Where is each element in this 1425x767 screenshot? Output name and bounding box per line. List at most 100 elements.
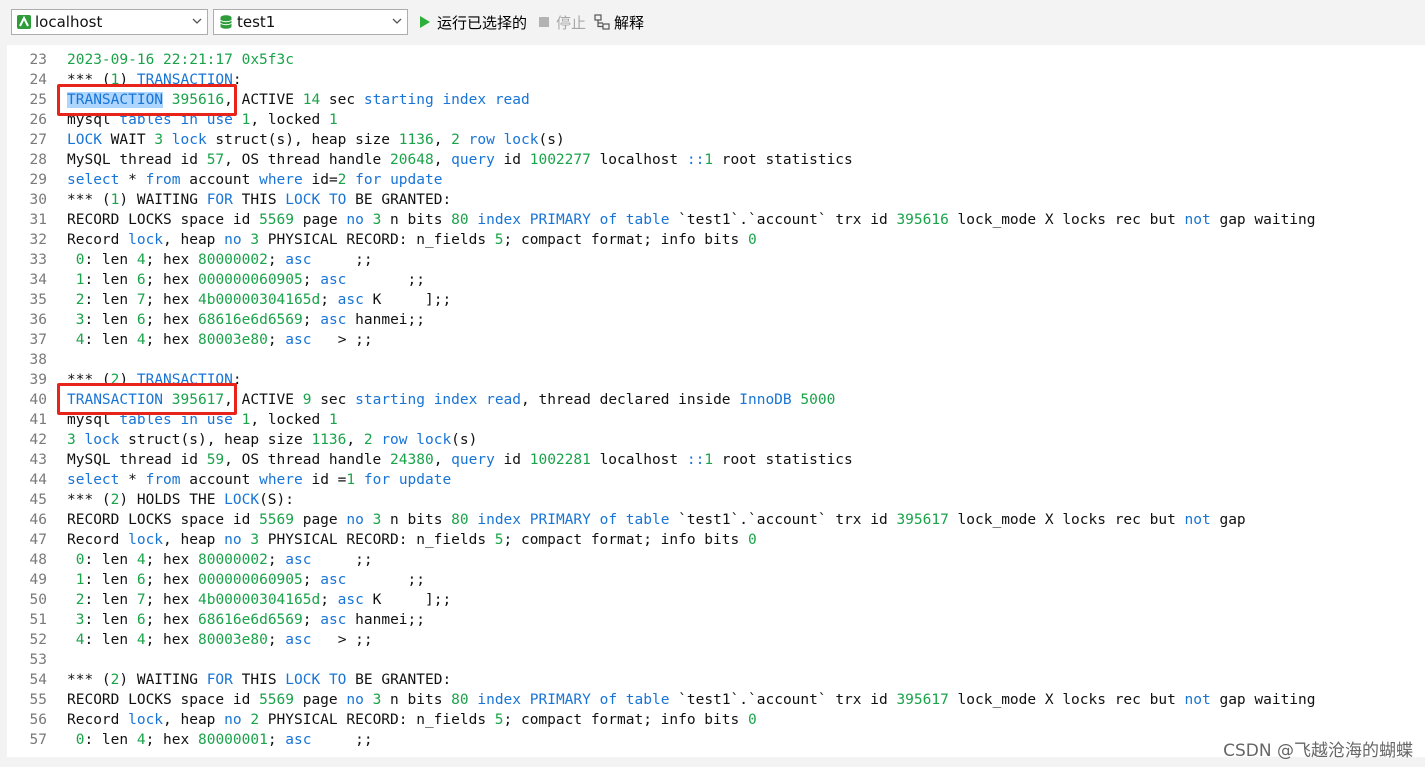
code-token: 1136 (311, 432, 347, 448)
line-number: 47 (29, 532, 47, 548)
line-number: 27 (29, 132, 47, 148)
code-token: lock (503, 132, 539, 148)
explain-button[interactable]: 解释 (594, 11, 644, 33)
code-token: asc (320, 612, 347, 628)
code-text: 0: len 4; hex 80000002; asc ;; (67, 550, 373, 570)
code-token: 7 (136, 292, 146, 308)
code-token: n bits (381, 212, 452, 228)
code-token: 14 (302, 92, 321, 108)
code-token: from (145, 172, 181, 188)
code-line: 26 mysql tables in use 1, locked 1 (7, 110, 338, 130)
code-token: ; (267, 632, 286, 648)
code-token: : len (84, 732, 137, 748)
code-line: 35 2: len 7; hex 4b00000304165d; asc K ]… (7, 290, 452, 310)
code-token: , (433, 452, 452, 468)
code-line: 49 1: len 6; hex 000000060905; asc ;; (7, 570, 425, 590)
code-token: ) (119, 72, 137, 88)
code-token: 395617 (896, 692, 949, 708)
code-token: *** ( (67, 672, 111, 688)
code-token: 4 (136, 252, 146, 268)
code-token: ; (267, 252, 286, 268)
code-text: 1: len 6; hex 000000060905; asc ;; (67, 270, 425, 290)
code-line: 30 *** (1) WAITING FOR THIS LOCK TO BE GR… (7, 190, 452, 210)
code-token: 80 (451, 512, 469, 528)
horizontal-scrollbar[interactable] (0, 757, 1425, 767)
code-token: ) (119, 372, 137, 388)
code-token: : len (84, 312, 137, 328)
code-token: no (346, 512, 364, 528)
code-token: asc (320, 312, 347, 328)
code-token: BE GRANTED: (346, 672, 452, 688)
code-token: lock_mode X locks rec but (948, 512, 1185, 528)
sql-editor[interactable]: 23 2023-09-16 22:21:17 0x5f3c 24 *** (1) TR… (7, 45, 1425, 757)
code-token: * (119, 172, 146, 188)
code-token: TRANSACTION (136, 72, 233, 88)
line-number: 35 (29, 292, 47, 308)
code-token: ; (320, 292, 338, 308)
connection-select[interactable]: localhost (11, 9, 208, 35)
code-token: TRANSACTION (67, 392, 164, 408)
line-number: 32 (29, 232, 47, 248)
code-token: : len (84, 592, 137, 608)
code-token: MySQL thread id (67, 152, 207, 168)
code-text: 1: len 6; hex 000000060905; asc ;; (67, 570, 425, 590)
code-token: no (224, 532, 242, 548)
code-text: select * from account where id=2 for upd… (67, 170, 442, 190)
code-token: 7 (136, 592, 146, 608)
code-token: no (346, 212, 364, 228)
code-line: 24 *** (1) TRANSACTION: (7, 70, 242, 90)
code-token: LOCK (224, 492, 260, 508)
code-token: WAIT (101, 132, 155, 148)
code-text: 4: len 4; hex 80003e80; asc > ;; (67, 630, 373, 650)
code-token: ; hex (145, 332, 198, 348)
code-token: n bits (381, 512, 452, 528)
code-token: 3 (67, 432, 76, 448)
code-token: not (1184, 212, 1211, 228)
code-token: of (599, 212, 618, 228)
code-text: *** (2) WAITING FOR THIS LOCK TO BE GRAN… (67, 670, 451, 690)
code-token: 80003e80 (197, 632, 268, 648)
code-token: , heap (163, 532, 225, 548)
code-token: index (433, 392, 478, 408)
stop-label: 停止 (556, 13, 587, 32)
code-token: PRIMARY (529, 692, 591, 708)
run-selected-button[interactable]: 运行已选择的 (417, 11, 527, 33)
code-token: root statistics (713, 152, 853, 168)
line-number: 46 (29, 512, 47, 528)
code-token: lock (171, 132, 207, 148)
database-select[interactable]: test1 (213, 9, 408, 35)
code-text: 2023-09-16 22:21:17 0x5f3c (67, 50, 294, 70)
code-line: 23 2023-09-16 22:21:17 0x5f3c (7, 50, 294, 70)
code-token: no (346, 692, 364, 708)
stop-button[interactable]: 停止 (536, 11, 586, 33)
connection-value: localhost (35, 13, 103, 31)
code-token: 80 (451, 692, 469, 708)
code-token: page (293, 512, 347, 528)
code-text: 0: len 4; hex 80000001; asc ;; (67, 730, 373, 750)
code-text: LOCK WAIT 3 lock struct(s), heap size 11… (67, 130, 565, 150)
code-text: 0: len 4; hex 80000002; asc ;; (67, 250, 373, 270)
code-text: RECORD LOCKS space id 5569 page no 3 n b… (67, 210, 1316, 230)
code-token: RECORD LOCKS space id (67, 212, 260, 228)
watermark: CSDN @飞越沧海的蝴蝶 (1223, 741, 1413, 761)
play-icon (417, 14, 433, 30)
code-line: 40 TRANSACTION 395617, ACTIVE 9 sec start… (7, 390, 836, 410)
code-text: 4: len 4; hex 80003e80; asc > ;; (67, 330, 373, 350)
code-line: 57 0: len 4; hex 80000001; asc ;; (7, 730, 373, 750)
line-number: 41 (29, 412, 47, 428)
code-token: , heap (163, 232, 225, 248)
code-token: 000000060905 (197, 572, 303, 588)
code-token: : len (84, 292, 137, 308)
code-token: 4 (136, 552, 146, 568)
line-number: 49 (29, 572, 47, 588)
